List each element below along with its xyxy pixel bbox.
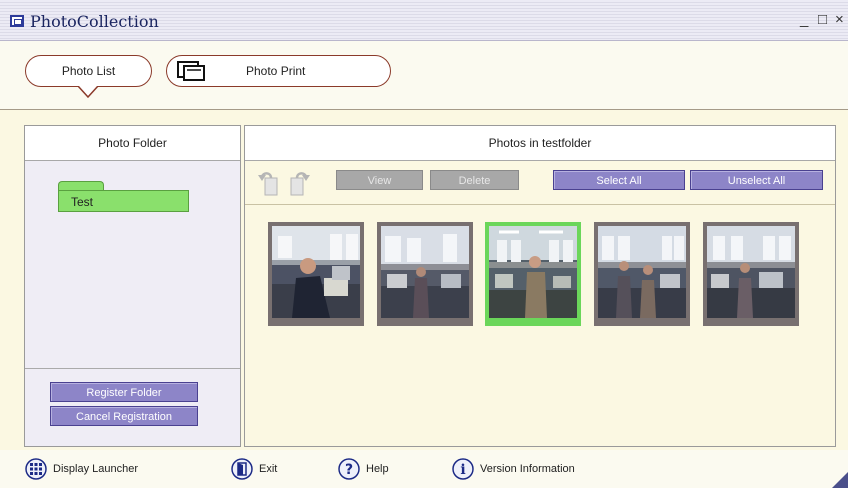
divider — [25, 368, 240, 369]
svg-text:?: ? — [345, 462, 353, 478]
photo-image — [381, 226, 469, 318]
tab-photo-print[interactable]: Photo Print — [166, 55, 391, 87]
photo-thumbnail[interactable] — [703, 222, 799, 326]
folder-label: Test — [71, 195, 94, 209]
mode-tabs: Photo List Photo Print — [0, 41, 848, 110]
unselect-all-button[interactable]: Unselect All — [690, 170, 823, 190]
title-bar: PhotoCollection _ □ × — [0, 0, 848, 41]
photos-panel: Photos in testfolder View Delete Select … — [244, 125, 836, 447]
svg-text:i: i — [460, 462, 465, 478]
help-label: Help — [366, 463, 389, 475]
window-title: PhotoCollection — [30, 12, 159, 31]
info-icon: i — [452, 458, 474, 480]
active-tab-pointer-icon — [78, 86, 98, 98]
photo-image — [707, 226, 795, 318]
help-question-icon: ? — [338, 458, 360, 480]
exit-door-icon — [231, 458, 253, 480]
register-folder-button[interactable]: Register Folder — [50, 382, 198, 402]
photo-thumbnail[interactable] — [268, 222, 364, 326]
tab-photo-list-label: Photo List — [61, 64, 116, 78]
view-button[interactable]: View — [336, 170, 423, 190]
photo-print-icon — [177, 61, 205, 81]
photos-header: Photos in testfolder — [245, 126, 835, 161]
resize-grip-icon[interactable] — [832, 472, 848, 488]
photo-thumbnail[interactable] — [377, 222, 473, 326]
display-launcher-label: Display Launcher — [53, 463, 138, 475]
rotate-left-icon[interactable] — [257, 169, 279, 197]
photo-folder-panel: Photo Folder Test Register Folder Cancel… — [24, 125, 241, 447]
tab-photo-print-label: Photo Print — [246, 64, 306, 78]
version-information-label: Version Information — [480, 463, 575, 475]
minimize-button[interactable]: _ — [800, 12, 808, 28]
rotate-right-icon[interactable] — [289, 169, 311, 197]
bottom-bar: Display Launcher Exit ? Help i Version I… — [0, 450, 848, 488]
photo-image — [598, 226, 686, 318]
maximize-button[interactable]: □ — [818, 12, 827, 28]
photo-thumbnail-selected[interactable] — [485, 222, 581, 326]
launcher-grid-icon — [25, 458, 47, 480]
photo-toolbar: View Delete Select All Unselect All — [245, 160, 835, 205]
exit-label: Exit — [259, 463, 278, 475]
photo-folder-header: Photo Folder — [25, 126, 240, 161]
tab-photo-list[interactable]: Photo List — [25, 55, 152, 87]
photo-image — [489, 226, 577, 318]
cancel-registration-button[interactable]: Cancel Registration — [50, 406, 198, 426]
photo-image — [272, 226, 360, 318]
photo-thumbnail[interactable] — [594, 222, 690, 326]
select-all-button[interactable]: Select All — [553, 170, 685, 190]
app-icon — [10, 15, 24, 27]
delete-button[interactable]: Delete — [430, 170, 519, 190]
close-button[interactable]: × — [835, 12, 844, 28]
